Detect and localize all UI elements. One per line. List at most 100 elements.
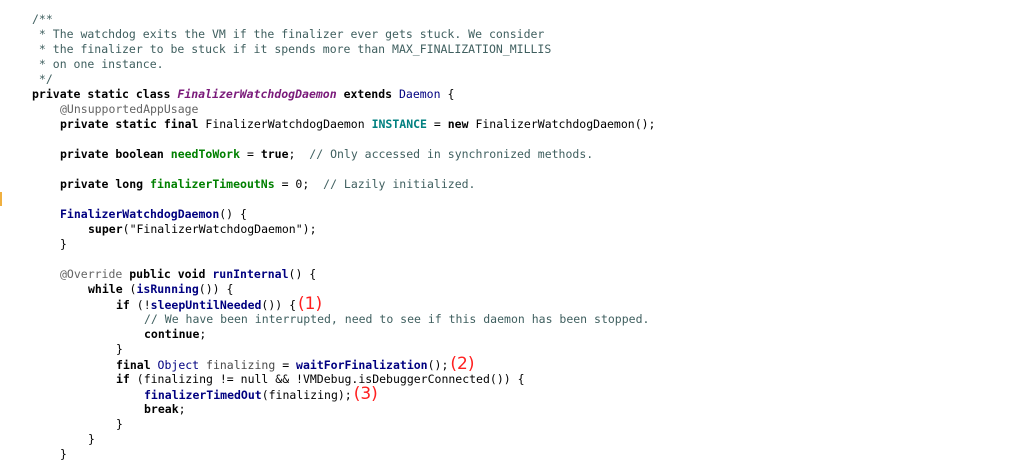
code-line[interactable]: break; <box>144 402 186 417</box>
code-line[interactable]: FinalizerWatchdogDaemon() { <box>60 207 247 222</box>
code-token: * the finalizer to be stuck if it spends… <box>32 42 552 56</box>
code-token: (finalizing != <box>129 372 241 386</box>
code-token: while <box>88 282 123 296</box>
code-token: () { <box>288 267 317 281</box>
code-token: Object <box>157 358 207 372</box>
code-token: /** <box>32 12 53 26</box>
code-token: // Only accessed in synchronized methods… <box>309 147 594 161</box>
code-token: = <box>240 147 261 161</box>
code-line[interactable]: private static final FinalizerWatchdogDa… <box>60 117 655 132</box>
code-token: ()) { <box>198 282 234 296</box>
code-token: && !VMDebug. <box>268 372 359 386</box>
code-line[interactable]: } <box>60 447 67 462</box>
code-token: final <box>116 358 158 372</box>
code-line[interactable]: private long finalizerTimeoutNs = 0; // … <box>60 177 475 192</box>
code-line[interactable]: if (finalizing != null && !VMDebug.isDeb… <box>116 372 525 387</box>
code-line[interactable]: } <box>60 237 67 252</box>
code-token: if <box>116 372 130 386</box>
code-token: "FinalizerWatchdogDaemon" <box>129 222 303 236</box>
code-token: } <box>88 432 95 446</box>
code-token: // Lazily initialized. <box>323 177 476 191</box>
code-editor[interactable]: /** * The watchdog exits the VM if the f… <box>0 0 1015 461</box>
code-line[interactable]: final Object finalizing = waitForFinaliz… <box>116 354 475 374</box>
code-token: ; <box>302 177 324 191</box>
code-token: finalizerTimedOut <box>144 388 262 402</box>
code-token: (! <box>129 298 151 312</box>
code-line[interactable]: while (isRunning()) { <box>88 282 233 297</box>
code-token: } <box>60 237 67 251</box>
code-line[interactable]: } <box>88 432 95 447</box>
code-token: { <box>440 87 455 101</box>
code-line[interactable]: * The watchdog exits the VM if the final… <box>32 27 544 42</box>
code-token: needToWork <box>170 147 241 161</box>
code-token: (finalizing); <box>261 388 352 402</box>
code-token: break <box>144 402 179 416</box>
code-token: waitForFinalization <box>296 358 428 372</box>
code-token: */ <box>32 72 53 86</box>
code-token: if <box>116 298 130 312</box>
code-token: FinalizerWatchdogDaemon(); <box>475 117 656 131</box>
code-token: new <box>447 117 476 131</box>
code-token: super <box>88 222 123 236</box>
code-line[interactable]: continue; <box>144 327 206 342</box>
code-token: Daemon <box>398 87 441 101</box>
code-line[interactable]: private boolean needToWork = true; // On… <box>60 147 593 162</box>
code-token: } <box>116 342 123 356</box>
code-token: () { <box>219 207 247 221</box>
code-token: private static final <box>60 117 206 131</box>
code-token: * on one instance. <box>32 57 164 71</box>
code-line[interactable]: @Override public void runInternal() { <box>60 267 316 282</box>
code-token: ; <box>199 327 207 341</box>
code-token: INSTANCE <box>371 117 427 131</box>
code-token: ; <box>178 402 186 416</box>
code-line[interactable]: super("FinalizerWatchdogDaemon"); <box>88 222 317 237</box>
code-token: ( <box>122 282 137 296</box>
code-token: runInternal <box>212 267 289 281</box>
code-token: ; <box>288 147 310 161</box>
code-token: finalizerTimeoutNs <box>150 177 275 191</box>
code-token: // We have been interrupted, need to see… <box>144 312 650 326</box>
code-line[interactable]: private static class FinalizerWatchdogDa… <box>32 87 454 102</box>
code-token: finalizing <box>206 358 276 372</box>
code-token: sleepUntilNeeded <box>150 298 262 312</box>
code-line[interactable]: * on one instance. <box>32 57 164 72</box>
code-token: } <box>116 417 123 431</box>
code-token: * The watchdog exits the VM if the final… <box>32 27 545 41</box>
step-annotation: (1) <box>298 294 323 314</box>
code-token: @Override <box>60 267 130 281</box>
code-token: (); <box>427 358 449 372</box>
code-token: = <box>426 117 448 131</box>
code-line[interactable]: */ <box>32 72 53 87</box>
code-token: FinalizerWatchdogDaemon <box>60 207 220 221</box>
code-token: FinalizerWatchdogDaemon <box>177 87 337 101</box>
code-token: isRunning <box>136 282 199 296</box>
code-token: FinalizerWatchdogDaemon <box>205 117 372 131</box>
code-token: private boolean <box>60 147 171 161</box>
code-line[interactable]: * the finalizer to be stuck if it spends… <box>32 42 551 57</box>
code-token: continue <box>144 327 200 341</box>
code-token: ( <box>122 222 130 236</box>
code-line[interactable]: if (!sleepUntilNeeded()) {(1) <box>116 294 323 314</box>
change-marker <box>0 192 2 206</box>
step-annotation: (3) <box>353 384 378 404</box>
code-token: = <box>274 177 296 191</box>
code-token: @UnsupportedAppUsage <box>60 102 199 116</box>
code-token: public void <box>129 267 213 281</box>
code-token: true <box>260 147 289 161</box>
code-token: extends <box>336 87 399 101</box>
code-line[interactable]: @UnsupportedAppUsage <box>60 102 198 117</box>
code-token: ); <box>302 222 317 236</box>
step-annotation: (2) <box>450 354 475 374</box>
code-token: isDebuggerConnected <box>358 372 490 386</box>
code-token: private long <box>60 177 151 191</box>
code-token: ()) { <box>489 372 525 386</box>
code-line[interactable]: } <box>116 417 123 432</box>
code-line[interactable]: // We have been interrupted, need to see… <box>144 312 649 327</box>
code-token: private static class <box>32 87 178 101</box>
code-token: ()) { <box>261 298 297 312</box>
code-line[interactable]: /** <box>32 12 53 27</box>
code-line[interactable]: finalizerTimedOut(finalizing); (3) <box>144 384 378 404</box>
code-line[interactable]: } <box>116 342 123 357</box>
code-token: } <box>60 447 67 461</box>
code-token: null <box>240 372 269 386</box>
